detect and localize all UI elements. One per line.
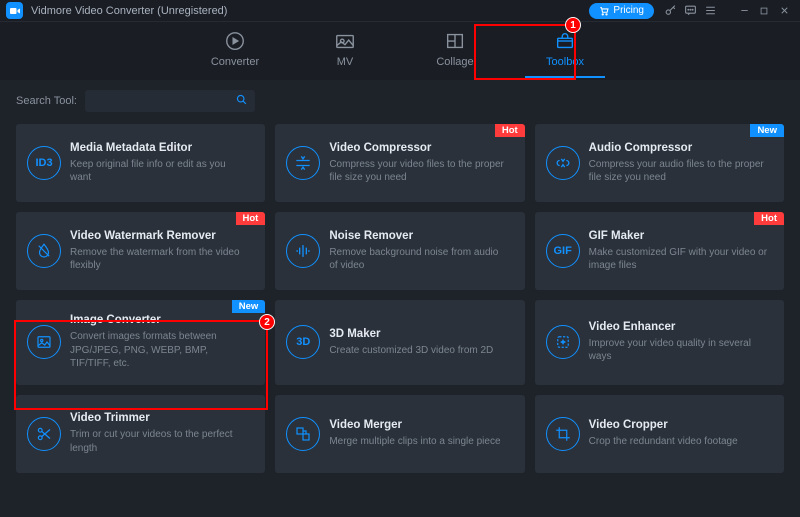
tab-mv[interactable]: MV (315, 30, 375, 72)
tab-label: Collage (436, 56, 473, 68)
tool-title: Noise Remover (329, 230, 508, 242)
tool-title: Video Merger (329, 419, 508, 431)
tool-card[interactable]: Hot Video Compressor Compress your video f… (275, 124, 524, 202)
close-button[interactable] (774, 3, 794, 19)
tool-icon (537, 417, 589, 451)
tab-label: Converter (211, 56, 259, 68)
tool-icon: ID3 (18, 146, 70, 180)
main-tabs: Converter MV Collage Toolbox (0, 22, 800, 80)
tool-icon (277, 417, 329, 451)
title-bar: Vidmore Video Converter (Unregistered) P… (0, 0, 800, 22)
tool-card[interactable]: Video Cropper Crop the redundant video fo… (535, 395, 784, 473)
search-bar: Search Tool: (0, 80, 800, 120)
minimize-button[interactable] (734, 3, 754, 19)
tab-collage[interactable]: Collage (425, 30, 485, 72)
converter-icon (224, 30, 246, 52)
tool-icon (277, 146, 329, 180)
tool-desc: Remove the watermark from the video flex… (70, 246, 249, 273)
tab-label: MV (337, 56, 354, 68)
hot-badge: Hot (495, 124, 525, 137)
tool-card[interactable]: Noise Remover Remove background noise fro… (275, 212, 524, 290)
tool-desc: Merge multiple clips into a single piece (329, 435, 508, 449)
tool-icon (18, 325, 70, 359)
tool-title: Video Watermark Remover (70, 230, 249, 242)
search-input[interactable] (93, 95, 235, 107)
tools-grid: ID3Media Metadata Editor Keep original fi… (0, 120, 800, 485)
mv-icon (334, 30, 356, 52)
feedback-icon[interactable] (680, 3, 700, 19)
tool-card[interactable]: Video Merger Merge multiple clips into a … (275, 395, 524, 473)
tool-desc: Create customized 3D video from 2D (329, 344, 508, 358)
toolbox-icon (554, 30, 576, 52)
tab-converter[interactable]: Converter (205, 30, 265, 72)
menu-icon[interactable] (700, 3, 720, 19)
tool-card[interactable]: 3D3D Maker Create customized 3D video fro… (275, 300, 524, 385)
tool-desc: Keep original file info or edit as you w… (70, 158, 249, 185)
tool-card[interactable]: Hot GIFGIF Maker Make customized GIF with … (535, 212, 784, 290)
tool-icon (537, 146, 589, 180)
tool-title: Image Converter (70, 314, 249, 326)
search-label: Search Tool: (16, 95, 77, 107)
tool-title: Video Trimmer (70, 412, 249, 424)
tool-title: Media Metadata Editor (70, 142, 249, 154)
tool-desc: Make customized GIF with your video or i… (589, 246, 768, 273)
tool-title: Video Enhancer (589, 321, 768, 333)
app-logo (6, 2, 23, 19)
search-icon[interactable] (235, 93, 248, 109)
tool-desc: Convert images formats between JPG/JPEG,… (70, 330, 249, 371)
tool-icon (277, 234, 329, 268)
collage-icon (444, 30, 466, 52)
maximize-button[interactable] (754, 3, 774, 19)
tool-icon: GIF (537, 234, 589, 268)
tool-desc: Compress your video files to the proper … (329, 158, 508, 185)
tool-title: 3D Maker (329, 328, 508, 340)
tool-card[interactable]: Hot Video Watermark Remover Remove the wat… (16, 212, 265, 290)
tool-title: Audio Compressor (589, 142, 768, 154)
tool-title: Video Cropper (589, 419, 768, 431)
tool-card[interactable]: Video Enhancer Improve your video quality… (535, 300, 784, 385)
hot-badge: Hot (236, 212, 266, 225)
tool-title: Video Compressor (329, 142, 508, 154)
tool-card[interactable]: New Audio Compressor Compress your audio f… (535, 124, 784, 202)
search-wrap[interactable] (85, 90, 255, 112)
tool-icon: 3D (277, 325, 329, 359)
tool-desc: Improve your video quality in several wa… (589, 337, 768, 364)
tool-card[interactable]: Video Trimmer Trim or cut your videos to … (16, 395, 265, 473)
new-badge: New (232, 300, 266, 313)
tool-desc: Remove background noise from audio of vi… (329, 246, 508, 273)
pricing-label: Pricing (613, 5, 644, 16)
new-badge: New (750, 124, 784, 137)
tool-card[interactable]: NewImage Converter Convert images formats… (16, 300, 265, 385)
key-icon[interactable] (660, 3, 680, 19)
tool-icon (18, 417, 70, 451)
tool-card[interactable]: ID3Media Metadata Editor Keep original fi… (16, 124, 265, 202)
tool-icon (18, 234, 70, 268)
pricing-button[interactable]: Pricing (589, 3, 654, 19)
window-title: Vidmore Video Converter (Unregistered) (31, 5, 589, 17)
tool-desc: Trim or cut your videos to the perfect l… (70, 428, 249, 455)
tab-toolbox[interactable]: Toolbox (535, 30, 595, 72)
cart-icon (599, 6, 609, 16)
tool-desc: Crop the redundant video footage (589, 435, 768, 449)
hot-badge: Hot (754, 212, 784, 225)
tool-title: GIF Maker (589, 230, 768, 242)
tool-desc: Compress your audio files to the proper … (589, 158, 768, 185)
tool-icon (537, 325, 589, 359)
tab-label: Toolbox (546, 56, 584, 68)
